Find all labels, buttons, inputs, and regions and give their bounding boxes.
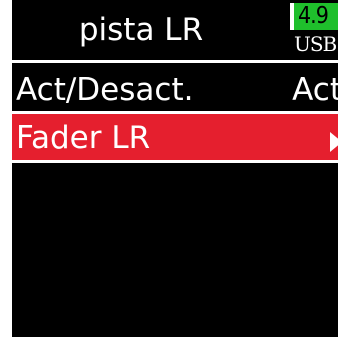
menu-item-label: Act/Desact. [16, 72, 194, 108]
menu-item-act-desact[interactable]: Act/Desact. Act [12, 66, 338, 114]
header-divider [12, 60, 338, 63]
battery-icon: 4.9 [290, 3, 338, 30]
menu-item-value: Act [292, 72, 338, 108]
menu-item-fader-lr[interactable]: Fader LR [12, 114, 338, 162]
arrow-right-icon [330, 132, 338, 152]
power-source-label: USB [294, 32, 337, 56]
screen-title: pista LR [78, 12, 204, 48]
row-divider [12, 160, 338, 163]
screen-header: pista LR 4.9 USB [12, 0, 338, 62]
battery-level: 4.9 [298, 3, 329, 29]
menu-item-label: Fader LR [16, 120, 151, 156]
device-screen: pista LR 4.9 USB Act/Desact. Act Fader L… [12, 0, 338, 337]
